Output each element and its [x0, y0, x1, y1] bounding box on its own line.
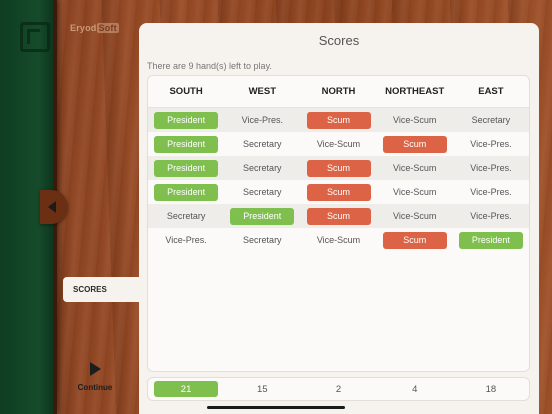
column-header-northeast: NORTHEAST — [385, 86, 445, 97]
scores-panel: Scores There are 9 hand(s) left to play.… — [139, 23, 539, 414]
rank-label: Vice-Scum — [393, 115, 437, 125]
table-cell: Vice-Scum — [377, 187, 453, 197]
total-south: 21 — [148, 381, 224, 397]
total-west: 15 — [257, 383, 268, 395]
table-header: SOUTH WEST NORTH NORTHEAST EAST — [148, 76, 529, 108]
table-cell: Scum — [377, 231, 453, 249]
president-badge: President — [154, 183, 219, 201]
panel-title: Scores — [318, 33, 360, 48]
hands-left-text: There are 9 hand(s) left to play. — [147, 61, 272, 71]
table-cell: Vice-Scum — [377, 115, 453, 125]
table-cell: Vice-Scum — [300, 139, 376, 149]
scum-badge: Scum — [306, 159, 371, 177]
table-cell: Vice-Scum — [377, 211, 453, 221]
table-row: Secretary President Scum Vice-Scum Vice-Pres… — [148, 204, 529, 228]
table-cell: President — [148, 183, 224, 201]
continue-label: Continue — [77, 383, 113, 392]
scum-badge: Scum — [306, 207, 371, 225]
rank-label: Vice-Pres. — [241, 115, 283, 125]
president-badge: President — [154, 135, 219, 153]
rank-label: Vice-Pres. — [470, 163, 512, 173]
table-cell: Scum — [300, 159, 376, 177]
rank-label: Secretary — [243, 139, 282, 149]
table-cell: Vice-Pres. — [453, 211, 529, 221]
scores-tab[interactable]: SCORES — [63, 277, 139, 302]
table-cell: President — [224, 207, 300, 225]
table-cell: Secretary — [224, 187, 300, 197]
table-cell: Secretary — [224, 163, 300, 173]
table-cell: President — [453, 231, 529, 249]
totals-row: 21 15 2 4 18 — [147, 377, 530, 401]
table-cell: Scum — [300, 111, 376, 129]
rank-label: Secretary — [243, 187, 282, 197]
rank-label: Secretary — [243, 163, 282, 173]
table-cell: President — [148, 159, 224, 177]
scum-badge: Scum — [306, 111, 371, 129]
play-icon — [89, 362, 101, 376]
table-cell: Vice-Pres. — [224, 115, 300, 125]
column-header-north: NORTH — [321, 86, 356, 97]
column-header-east: EAST — [478, 86, 504, 97]
rank-label: Vice-Scum — [393, 211, 437, 221]
column-header-south: SOUTH — [169, 86, 203, 97]
table-cell: Vice-Pres. — [453, 139, 529, 149]
rank-label: Vice-Scum — [393, 163, 437, 173]
table-cell: Scum — [300, 183, 376, 201]
rank-label: Vice-Scum — [316, 235, 361, 245]
total-south-value: 21 — [154, 381, 219, 397]
total-north: 2 — [335, 383, 342, 395]
president-badge: President — [230, 207, 295, 225]
app-logo-icon — [20, 22, 50, 52]
home-indicator — [207, 406, 345, 409]
scum-badge: Scum — [382, 135, 447, 153]
table-row: President Secretary Vice-Scum Scum Vice-Pres… — [148, 132, 529, 156]
president-badge: President — [458, 231, 523, 249]
table-row: President Secretary Scum Vice-Scum Vice-Pres… — [148, 156, 529, 180]
column-header-west: WEST — [248, 86, 277, 97]
table-cell: President — [148, 135, 224, 153]
rank-label: Secretary — [471, 115, 511, 125]
table-row: President Vice-Pres. Scum Vice-Scum Secretar… — [148, 108, 529, 132]
president-badge: President — [154, 111, 219, 129]
rank-label: Vice-Scum — [393, 187, 437, 197]
table-cell: Vice-Scum — [300, 235, 376, 245]
brand-prefix: Eryod — [70, 23, 97, 33]
table-cell: Secretary — [224, 139, 300, 149]
table-cell: Vice-Pres. — [453, 163, 529, 173]
rank-label: Secretary — [243, 235, 282, 245]
brand-logo: Eryod Soft — [70, 23, 119, 33]
rank-label: Vice-Scum — [316, 139, 361, 149]
rank-label: Vice-Pres. — [165, 235, 207, 245]
table-cell: Secretary — [224, 235, 300, 245]
table-cell: President — [148, 111, 224, 129]
rank-label: Vice-Pres. — [470, 187, 512, 197]
total-east: 18 — [485, 383, 497, 395]
table-cell: Scum — [377, 135, 453, 153]
table-cell: Vice-Pres. — [453, 187, 529, 197]
total-northeast: 4 — [412, 383, 418, 395]
table-cell: Secretary — [148, 211, 224, 221]
rank-label: Vice-Pres. — [470, 211, 512, 221]
table-cell: Secretary — [453, 115, 529, 125]
table-body: President Vice-Pres. Scum Vice-Scum Secretar… — [148, 108, 529, 252]
table-cell: Scum — [300, 207, 376, 225]
table-row: President Secretary Scum Vice-Scum Vice-Pres… — [148, 180, 529, 204]
scum-badge: Scum — [306, 183, 371, 201]
table-row: Vice-Pres. Secretary Vice-Scum Scum Presiden… — [148, 228, 529, 252]
president-badge: President — [154, 159, 219, 177]
brand-suffix: Soft — [96, 23, 119, 33]
table-cell: Vice-Pres. — [148, 235, 224, 245]
continue-button[interactable]: Continue — [70, 362, 120, 392]
rank-label: Secretary — [166, 211, 206, 221]
scum-badge: Scum — [382, 231, 447, 249]
table-cell: Vice-Scum — [377, 163, 453, 173]
scores-table: SOUTH WEST NORTH NORTHEAST EAST Presiden… — [147, 75, 530, 372]
rank-label: Vice-Pres. — [470, 139, 512, 149]
chevron-left-icon — [48, 201, 56, 213]
